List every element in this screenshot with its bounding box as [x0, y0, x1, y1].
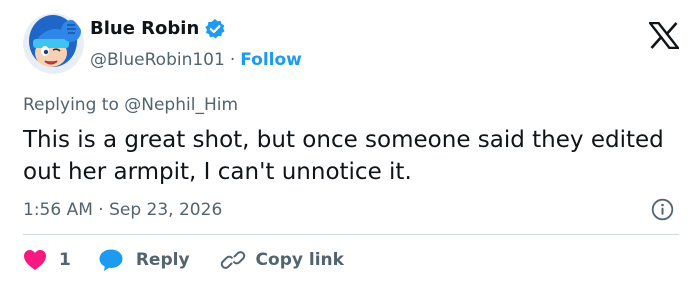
timestamp-separator: ·	[98, 200, 104, 220]
replying-to-prefix: Replying to	[23, 95, 119, 115]
x-logo-icon[interactable]	[647, 21, 681, 50]
tweet-date: Sep 23, 2026	[109, 200, 223, 220]
author-handle-row: @BlueRobin101 · Follow	[90, 49, 302, 71]
reply-button[interactable]: Reply	[98, 248, 190, 272]
reply-label: Reply	[135, 250, 190, 270]
author-name-row: Blue Robin	[90, 18, 226, 40]
speech-bubble-icon	[98, 248, 124, 272]
action-bar: 1 Reply Copy link	[23, 247, 344, 273]
replying-to: Replying to @Nephil_Him	[23, 94, 238, 116]
tweet-card: Blue Robin @BlueRobin101 · Follow Replyi…	[0, 0, 700, 287]
like-button[interactable]: 1	[23, 249, 71, 271]
handle-separator: ·	[229, 50, 236, 70]
author-handle[interactable]: @BlueRobin101	[90, 49, 225, 71]
tweet-timestamp[interactable]: 1:56 AM · Sep 23, 2026	[23, 199, 222, 221]
like-count: 1	[59, 250, 71, 270]
author-display-name[interactable]: Blue Robin	[90, 18, 199, 40]
link-icon	[220, 248, 246, 272]
tweet-text: This is a great shot, but once someone s…	[23, 127, 664, 185]
copy-link-label: Copy link	[255, 250, 344, 270]
copy-link-button[interactable]: Copy link	[220, 248, 344, 272]
tweet-time: 1:56 AM	[23, 200, 93, 220]
info-icon[interactable]	[651, 198, 674, 221]
avatar[interactable]	[23, 13, 84, 74]
verified-badge-icon	[204, 18, 226, 40]
divider	[23, 234, 679, 235]
replying-to-handle[interactable]: @Nephil_Him	[124, 95, 238, 115]
follow-button[interactable]: Follow	[240, 49, 302, 71]
heart-icon	[23, 249, 47, 271]
